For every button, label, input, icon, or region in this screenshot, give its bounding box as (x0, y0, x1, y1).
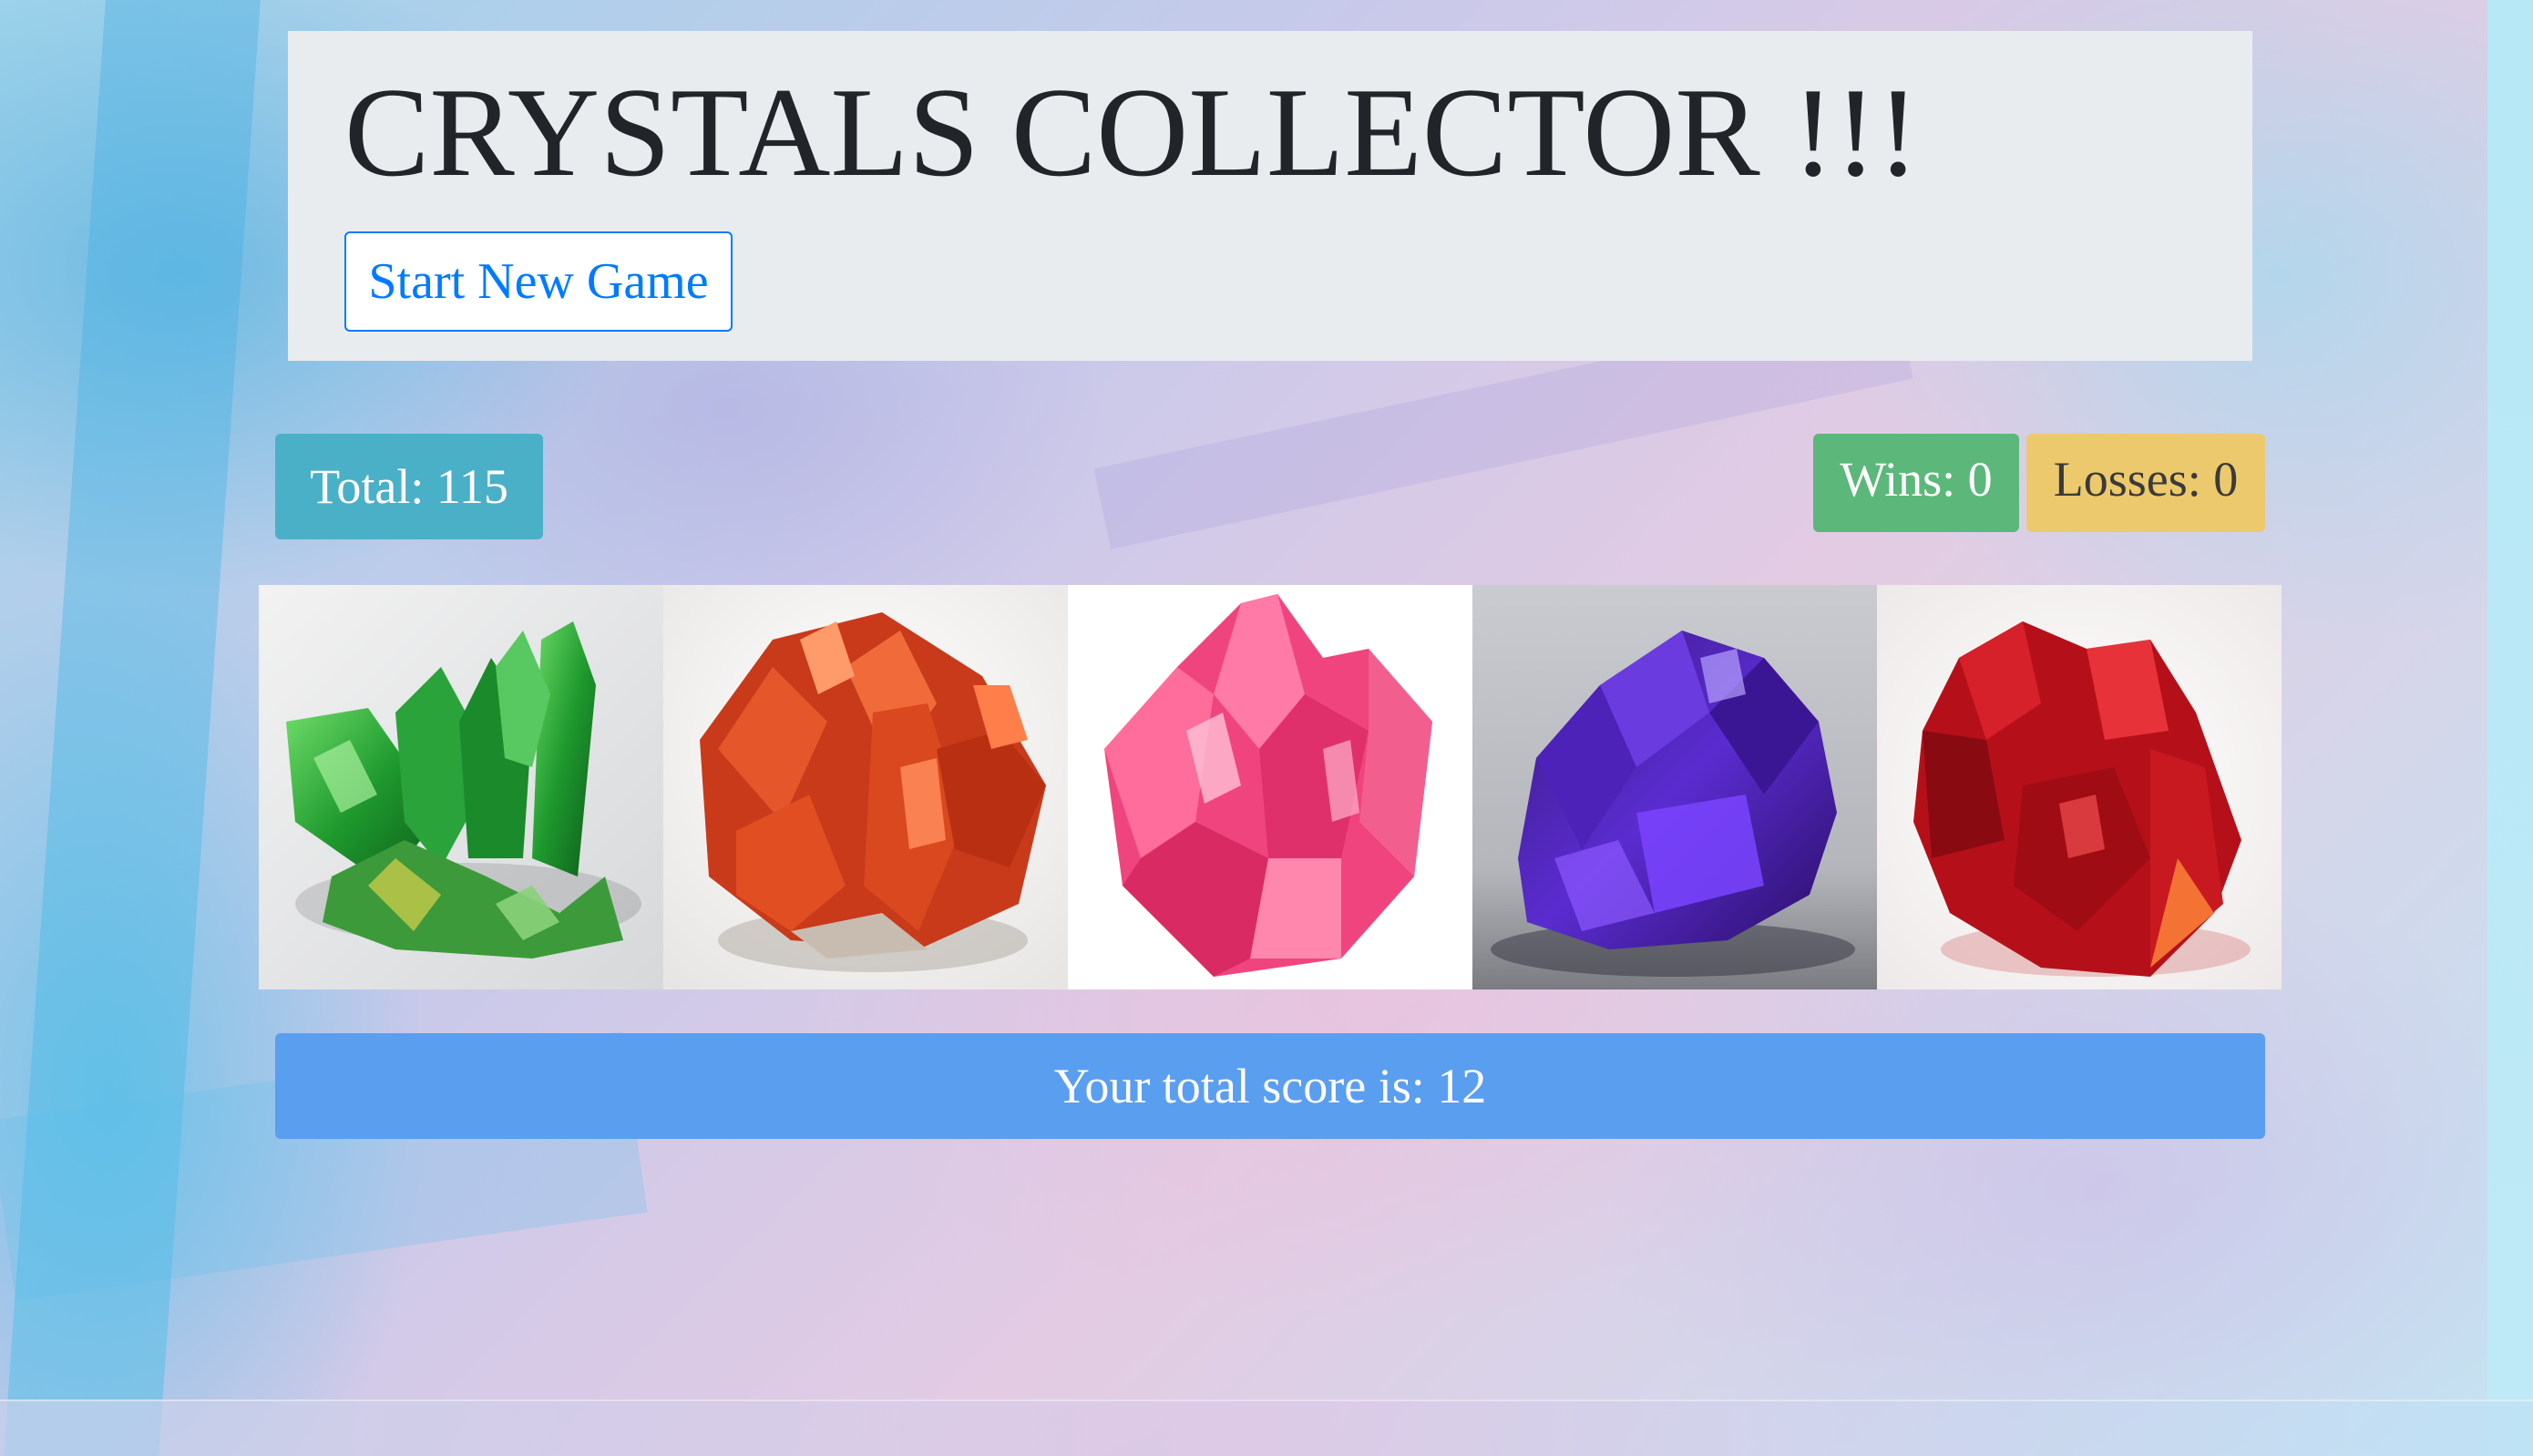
bottom-edge-strip (0, 1400, 2533, 1456)
page-title: CRYSTALS COLLECTOR !!! (344, 62, 1920, 203)
crystal-row (259, 585, 2282, 989)
orange-crystal-image (663, 585, 1068, 989)
right-edge-strip (2487, 0, 2533, 1456)
green-crystal[interactable] (259, 585, 663, 989)
orange-crystal[interactable] (663, 585, 1068, 989)
pink-crystal-image (1068, 585, 1472, 989)
green-crystal-image (259, 585, 663, 989)
header-jumbotron: CRYSTALS COLLECTOR !!! Start New Game (288, 31, 2252, 361)
red-crystal[interactable] (1877, 585, 2282, 989)
background-streak (4, 0, 261, 1456)
wins-badge: Wins: 0 (1813, 434, 2019, 532)
purple-crystal[interactable] (1472, 585, 1877, 989)
target-total-badge: Total: 115 (275, 434, 543, 539)
purple-crystal-image (1472, 585, 1877, 989)
total-score-display: Your total score is: 12 (275, 1033, 2265, 1139)
red-crystal-image (1877, 585, 2282, 989)
pink-crystal[interactable] (1068, 585, 1472, 989)
losses-badge: Losses: 0 (2026, 434, 2265, 532)
start-new-game-button[interactable]: Start New Game (344, 231, 733, 332)
